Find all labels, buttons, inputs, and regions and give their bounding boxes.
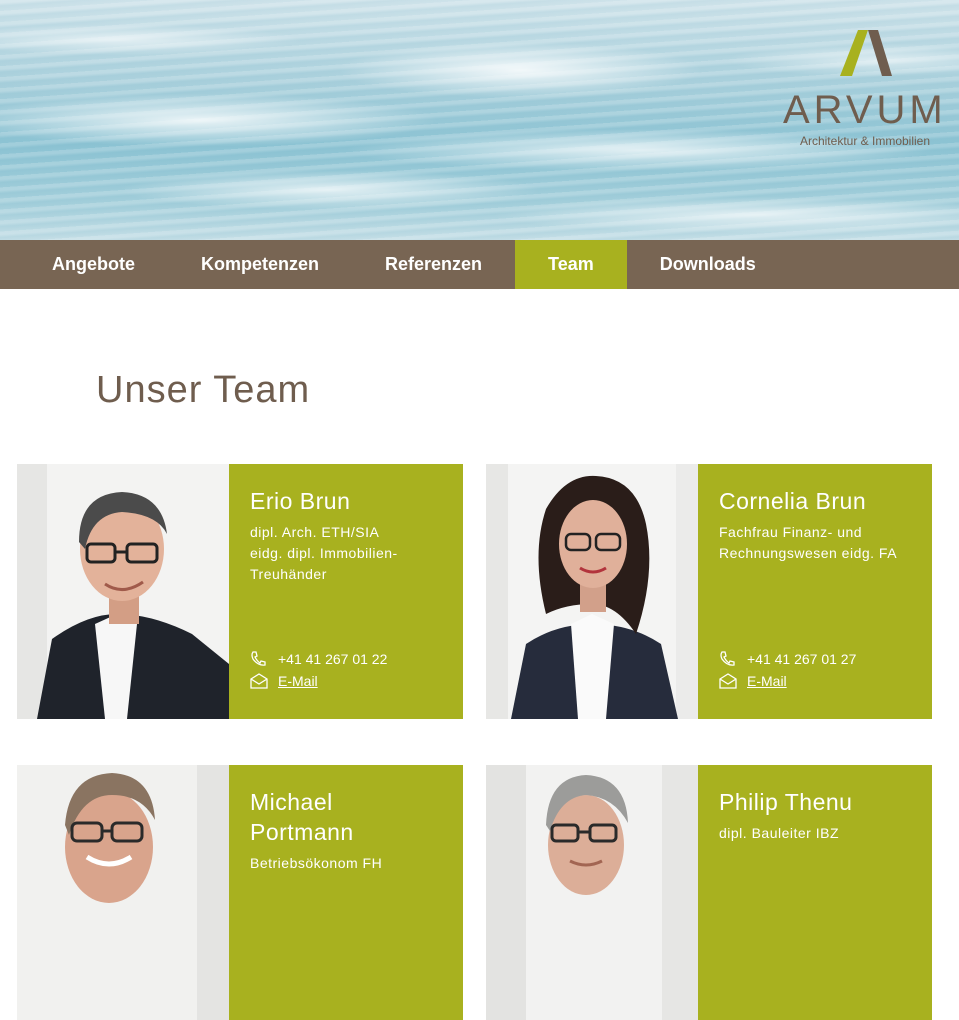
phone-number[interactable]: +41 41 267 01 22: [278, 648, 387, 670]
team-info-panel: Cornelia Brun Fachfrau Finanz- und Rechn…: [698, 464, 932, 719]
nav-item-kompetenzen[interactable]: Kompetenzen: [168, 240, 352, 289]
team-contact: +41 41 267 01 27 E-Mail: [719, 648, 856, 692]
email-row: E-Mail: [719, 670, 856, 692]
nav-item-downloads[interactable]: Downloads: [627, 240, 789, 289]
email-row: E-Mail: [250, 670, 387, 692]
team-contact: +41 41 267 01 22 E-Mail: [250, 648, 387, 692]
team-info-panel: Michael Portmann Betriebsökonom FH: [229, 765, 463, 1020]
team-member-role: dipl. Arch. ETH/SIA eidg. dipl. Immobili…: [250, 524, 398, 582]
nav-item-angebote[interactable]: Angebote: [0, 240, 168, 289]
phone-number[interactable]: +41 41 267 01 27: [747, 648, 856, 670]
logo-wordmark: ARVUM: [783, 88, 947, 132]
header-banner: ARVUM Architektur & Immobilien: [0, 0, 959, 240]
team-card-cornelia-brun: Cornelia Brun Fachfrau Finanz- und Rechn…: [486, 464, 932, 719]
nav-item-team[interactable]: Team: [515, 240, 627, 289]
phone-row: +41 41 267 01 27: [719, 648, 856, 670]
portrait-man-glasses-image: [17, 464, 229, 719]
logo-mark-icon: [840, 30, 892, 76]
team-member-role: dipl. Bauleiter IBZ: [719, 825, 839, 841]
team-card-michael-portmann: Michael Portmann Betriebsökonom FH: [17, 765, 463, 1020]
envelope-icon: [250, 673, 268, 689]
logo-tagline: Architektur & Immobilien: [799, 134, 931, 148]
portrait-man-grey-hair-image: [486, 765, 698, 1020]
team-member-name: Cornelia Brun: [719, 488, 867, 514]
team-member-name: Philip Thenu: [719, 789, 853, 815]
team-card-philip-thenu: Philip Thenu dipl. Bauleiter IBZ: [486, 765, 932, 1020]
email-link[interactable]: E-Mail: [747, 670, 787, 692]
team-card-erio-brun: Erio Brun dipl. Arch. ETH/SIA eidg. dipl…: [17, 464, 463, 719]
email-link[interactable]: E-Mail: [278, 670, 318, 692]
envelope-icon: [719, 673, 737, 689]
phone-icon: [251, 651, 266, 666]
phone-row: +41 41 267 01 22: [250, 648, 387, 670]
team-member-role: Betriebsökonom FH: [250, 855, 383, 871]
phone-icon: [720, 651, 735, 666]
logo[interactable]: ARVUM Architektur & Immobilien: [783, 28, 943, 153]
team-info-panel: Erio Brun dipl. Arch. ETH/SIA eidg. dipl…: [229, 464, 463, 719]
team-photo: [17, 765, 229, 1020]
nav-item-referenzen[interactable]: Referenzen: [352, 240, 515, 289]
team-photo: [486, 464, 698, 719]
portrait-man-glasses-smiling-image: [17, 765, 229, 1020]
page-title: Unser Team: [96, 369, 311, 411]
portrait-woman-glasses-image: [486, 464, 698, 719]
team-info-panel: Philip Thenu dipl. Bauleiter IBZ: [698, 765, 932, 1020]
team-member-name: Michael Portmann: [250, 789, 354, 845]
team-member-role: Fachfrau Finanz- und Rechnungswesen eidg…: [719, 524, 898, 561]
team-member-name: Erio Brun: [250, 488, 351, 514]
main-nav: Angebote Kompetenzen Referenzen Team Dow…: [0, 240, 959, 289]
team-photo: [486, 765, 698, 1020]
team-photo: [17, 464, 229, 719]
